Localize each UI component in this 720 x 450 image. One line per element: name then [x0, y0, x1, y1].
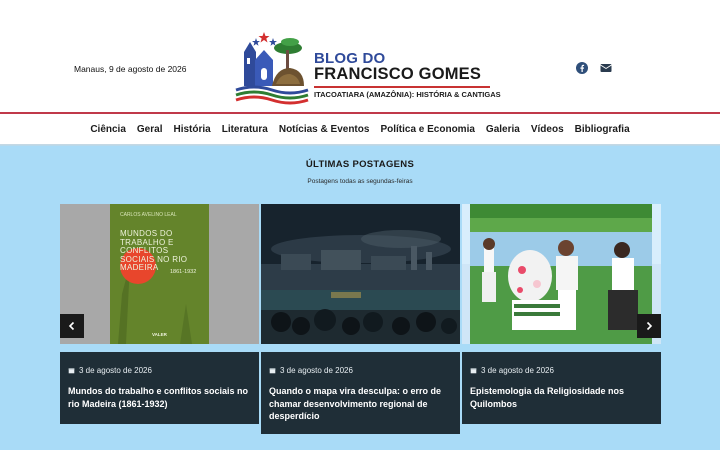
post-date: 3 de agosto de 2026 [470, 366, 554, 375]
nav-item-ciencia[interactable]: Ciência [90, 124, 126, 135]
nav-item-historia[interactable]: História [173, 124, 210, 135]
logo-divider [314, 86, 490, 88]
section-subtitle: Postagens todas as segundas-feiras [307, 178, 413, 185]
book-publisher: VALER [152, 332, 168, 337]
book-cover-image: CARLOS AVELINO LEAL MUNDOS DO TRABALHO E… [110, 204, 209, 344]
post-date: 3 de agosto de 2026 [269, 366, 353, 375]
nav-item-literatura[interactable]: Literatura [222, 124, 268, 135]
nav-item-noticias-eventos[interactable]: Notícias & Eventos [279, 124, 370, 135]
post-card-1[interactable]: 3 de agosto de 2026 Mundos do trabalho e… [60, 352, 259, 424]
post-date-text: 3 de agosto de 2026 [280, 366, 353, 375]
chevron-left-icon [68, 321, 75, 331]
site-logo[interactable]: BLOG DO FRANCISCO GOMES ITACOATIARA (AMA… [234, 30, 501, 108]
book-years: 1861-1932 [170, 269, 196, 275]
logo-line-2: FRANCISCO GOMES [314, 65, 482, 83]
carousel-prev-button[interactable] [60, 314, 84, 338]
book-author: CARLOS AVELINO LEAL [120, 212, 177, 218]
industrial-illustration-image [261, 204, 460, 344]
post-title[interactable]: Quando o mapa vira desculpa: o erro de c… [269, 385, 450, 423]
book-title: MUNDOS DO TRABALHO E CONFLITOS SOCIAIS N… [120, 230, 188, 273]
festival-photo-image [462, 204, 661, 344]
post-image-2[interactable] [261, 204, 460, 344]
nav-list: Ciência Geral História Literatura Notíci… [0, 114, 720, 144]
nav-item-videos[interactable]: Vídeos [531, 124, 564, 135]
header-date: Manaus, 9 de agosto de 2026 [74, 64, 187, 74]
post-date-text: 3 de agosto de 2026 [481, 366, 554, 375]
nav-item-galeria[interactable]: Galeria [486, 124, 520, 135]
post-image-1[interactable]: CARLOS AVELINO LEAL MUNDOS DO TRABALHO E… [60, 204, 259, 344]
calendar-icon [269, 368, 276, 374]
logo-tagline: ITACOATIARA (AMAZÔNIA): HISTÓRIA & CANTI… [314, 90, 501, 99]
post-card-3[interactable]: 3 de agosto de 2026 Epistemologia da Rel… [462, 352, 661, 424]
section-title: ÚLTIMAS POSTAGENS [305, 159, 415, 170]
calendar-icon [68, 368, 75, 374]
facebook-icon[interactable] [576, 62, 588, 74]
post-image-3[interactable] [462, 204, 661, 344]
chevron-right-icon [646, 321, 653, 331]
post-card-2[interactable]: 3 de agosto de 2026 Quando o mapa vira d… [261, 352, 460, 434]
site-header: Manaus, 9 de agosto de 2026 BLOG DO FRAN… [0, 0, 720, 112]
nav-item-bibliografia[interactable]: Bibliografia [575, 124, 630, 135]
church-emblem-icon [235, 32, 309, 105]
carousel-next-button[interactable] [637, 314, 661, 338]
post-title[interactable]: Mundos do trabalho e conflitos sociais n… [68, 385, 249, 410]
post-title[interactable]: Epistemologia da Religiosidade nos Quilo… [470, 385, 651, 410]
envelope-icon[interactable] [600, 62, 612, 74]
main-navigation: Ciência Geral História Literatura Notíci… [0, 114, 720, 144]
latest-posts-section: ÚLTIMAS POSTAGENS Postagens todas as seg… [0, 146, 720, 450]
nav-item-politica-economia[interactable]: Política e Economia [380, 124, 474, 135]
post-date: 3 de agosto de 2026 [68, 366, 152, 375]
nav-item-geral[interactable]: Geral [137, 124, 163, 135]
calendar-icon [470, 368, 477, 374]
post-date-text: 3 de agosto de 2026 [79, 366, 152, 375]
